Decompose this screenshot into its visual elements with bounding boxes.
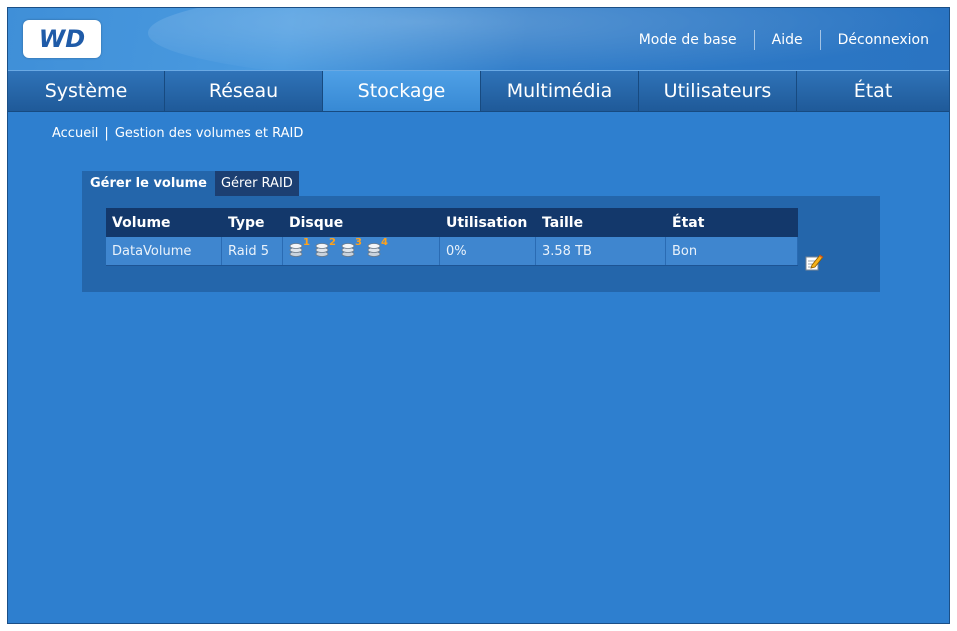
main-nav: Système Réseau Stockage Multimédia Utili… (8, 70, 949, 112)
subtab-manage-raid[interactable]: Gérer RAID (214, 171, 299, 196)
wd-logo-mark: WD (39, 25, 85, 53)
tab-storage[interactable]: Stockage (323, 71, 481, 111)
cell-usage: 0% (440, 237, 536, 265)
breadcrumb: Accueil | Gestion des volumes et RAID (52, 126, 303, 141)
tab-network[interactable]: Réseau (165, 71, 323, 111)
cell-status: Bon (666, 237, 798, 265)
header-size: Taille (542, 214, 584, 231)
cell-volume: DataVolume (106, 237, 222, 265)
cell-size: 3.58 TB (536, 237, 666, 265)
cell-disks: 1 2 3 4 (283, 237, 440, 265)
disk-number: 1 (303, 237, 310, 248)
edit-pencil-icon (805, 254, 824, 271)
header: WD Mode de base Aide Déconnexion (8, 8, 949, 88)
header-usage: Utilisation (446, 214, 528, 231)
disk-number: 3 (355, 237, 362, 248)
table-row[interactable]: DataVolume Raid 5 1 2 3 4 0% 3.58 TB Bon (106, 237, 798, 266)
basic-mode-link[interactable]: Mode de base (639, 32, 737, 48)
cell-type: Raid 5 (222, 237, 283, 265)
app-window: WD Mode de base Aide Déconnexion Système… (7, 7, 950, 624)
tab-status[interactable]: État (797, 71, 949, 111)
disk-stack-icon[interactable]: 2 (315, 237, 336, 260)
header-links: Mode de base Aide Déconnexion (639, 30, 929, 50)
header-disk: Disque (289, 214, 344, 231)
wd-logo[interactable]: WD (23, 20, 101, 58)
volume-subtabs: Gérer le volume Gérer RAID (82, 171, 299, 196)
help-link[interactable]: Aide (772, 32, 803, 48)
volume-table: Volume Type Disque Utilisation Taille Ét… (106, 208, 798, 266)
header-volume: Volume (112, 214, 171, 231)
disk-stack-icon[interactable]: 4 (367, 237, 388, 260)
subtab-manage-volume[interactable]: Gérer le volume (82, 171, 215, 196)
header-status: État (672, 214, 705, 231)
breadcrumb-home[interactable]: Accueil (52, 126, 98, 141)
logout-link[interactable]: Déconnexion (838, 32, 929, 48)
disk-stack-icon[interactable]: 3 (341, 237, 362, 260)
header-type: Type (228, 214, 265, 231)
link-divider (819, 30, 821, 50)
tab-users[interactable]: Utilisateurs (639, 71, 797, 111)
link-divider (753, 30, 755, 50)
disk-number: 4 (381, 237, 388, 248)
breadcrumb-separator: | (104, 126, 109, 141)
disk-number: 2 (329, 237, 336, 248)
table-header: Volume Type Disque Utilisation Taille Ét… (106, 208, 798, 237)
breadcrumb-current: Gestion des volumes et RAID (114, 126, 304, 141)
tab-multimedia[interactable]: Multimédia (481, 71, 639, 111)
tab-system[interactable]: Système (8, 71, 165, 111)
svg-text:WD: WD (39, 25, 85, 53)
edit-volume-button[interactable] (804, 252, 824, 272)
disk-stack-icon[interactable]: 1 (289, 237, 310, 260)
volume-panel: Volume Type Disque Utilisation Taille Ét… (82, 196, 880, 292)
